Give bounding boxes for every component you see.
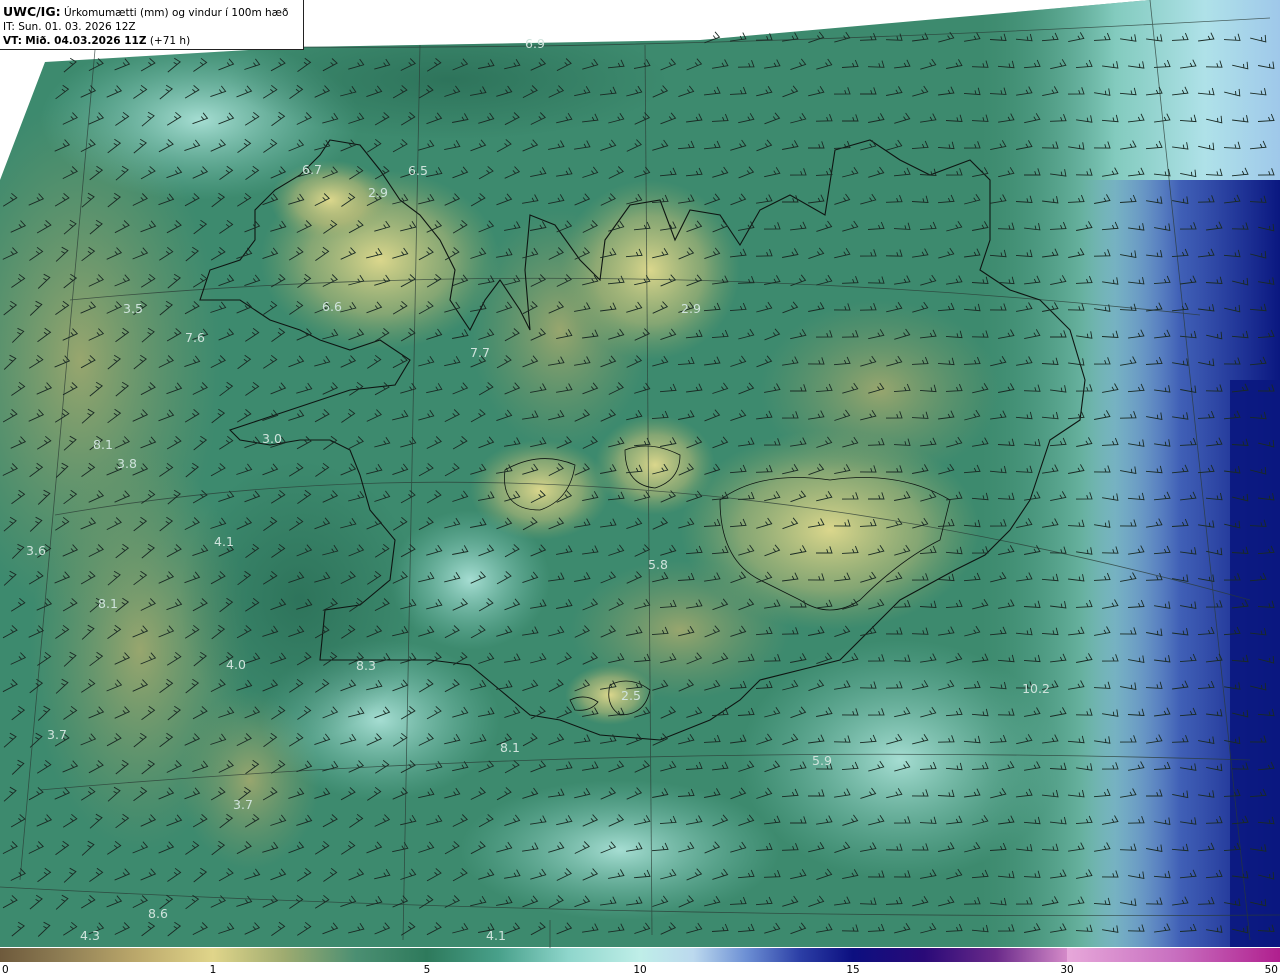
legend-segment (640, 948, 853, 962)
legend-tick-labels: 0 1 5 10 15 30 50 (0, 962, 1280, 978)
map-label: 8.1 (93, 437, 113, 452)
init-time: IT: Sun. 01. 03. 2026 12Z (3, 21, 136, 33)
map-label: 4.1 (214, 534, 234, 549)
model-name: UWC/IG: (3, 4, 61, 19)
map-label: 6.7 (302, 162, 322, 177)
legend-tick: 5 (423, 964, 431, 976)
map-label: 2.5 (621, 688, 641, 703)
field-far-south-cyan (460, 780, 780, 920)
map-label: 7.7 (470, 345, 490, 360)
map-label: 5.8 (648, 557, 668, 572)
map-label: 6.6 (322, 299, 342, 314)
field-description: Úrkomumætti (mm) og vindur í 100m hæð (63, 7, 289, 19)
title-line: UWC/IG: Úrkomumætti (mm) og vindur í 100… (3, 5, 300, 20)
map-label: 3.0 (262, 431, 282, 446)
map-label: 3.6 (26, 543, 46, 558)
map-label: 3.7 (233, 797, 253, 812)
map-label: 4.1 (486, 928, 506, 943)
map-label: 3.8 (117, 456, 137, 471)
map-title-box: UWC/IG: Úrkomumætti (mm) og vindur í 100… (0, 0, 304, 50)
map-label: 8.1 (98, 596, 118, 611)
map-label: 8.6 (148, 906, 168, 921)
map-label: 4.0 (226, 657, 246, 672)
legend-segment (1067, 948, 1280, 962)
field-troll-peninsula (560, 180, 740, 360)
legend-tick: 30 (1060, 964, 1074, 976)
map-label: 8.3 (356, 658, 376, 673)
weather-map-view: 6.9 6.7 6.5 2.9 6.6 3.5 7.6 7.7 2.9 8.1 … (0, 0, 1280, 978)
color-legend-bar (0, 948, 1280, 962)
legend-tick: 10 (633, 964, 647, 976)
map-label: 3.7 (47, 727, 67, 742)
valid-time: Mið. 04.03.2026 11Z (25, 35, 147, 47)
map-label: 8.1 (500, 740, 520, 755)
legend-tick: 0 (2, 964, 9, 976)
lead-time: (+71 h) (149, 35, 191, 47)
valid-time-line: VT: Mið. 04.03.2026 11Z (+71 h) (3, 34, 300, 48)
map-label: 10.2 (1022, 681, 1050, 696)
legend-tick: 15 (846, 964, 860, 976)
map-label: 5.9 (812, 753, 832, 768)
precipitation-field (0, 0, 1280, 947)
legend-segment (0, 948, 60, 962)
map-label: 3.5 (123, 301, 143, 316)
legend-segment (853, 948, 1067, 962)
legend-segment (60, 948, 213, 962)
legend-tick: 50 (1264, 964, 1278, 976)
map-label: 6.5 (408, 163, 428, 178)
map-label: 4.3 (80, 928, 100, 943)
map-label: 7.6 (185, 330, 205, 345)
legend-segment (427, 948, 640, 962)
valid-time-prefix: VT: (3, 35, 22, 47)
precipitation-wind-map: 6.9 6.7 6.5 2.9 6.6 3.5 7.6 7.7 2.9 8.1 … (0, 0, 1280, 978)
map-label: 2.9 (681, 301, 701, 316)
map-label: 6.9 (525, 36, 545, 51)
map-label: 2.9 (368, 185, 388, 200)
field-east-navy (1230, 380, 1280, 947)
legend-segment (213, 948, 427, 962)
legend-tick: 1 (209, 964, 217, 976)
